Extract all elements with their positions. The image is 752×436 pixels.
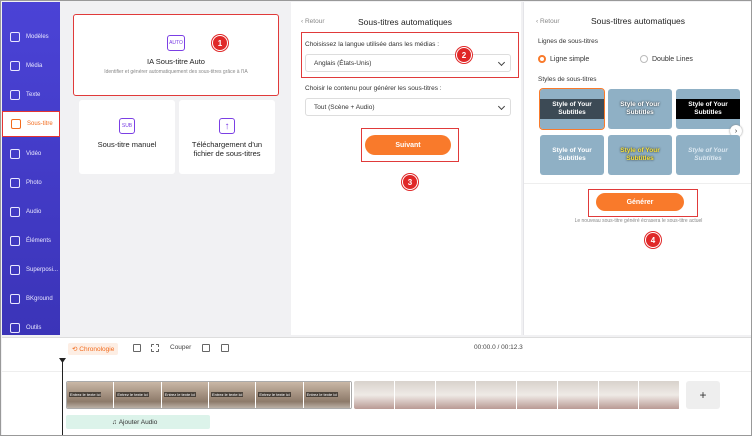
next-button[interactable]: Suivant	[365, 135, 451, 155]
ai-auto-title: IA Sous-titre Auto	[147, 57, 205, 66]
step-badge-3: 3	[402, 174, 418, 190]
radio-unselected-icon	[640, 55, 648, 63]
upload-subtitle-card[interactable]: ↑ Téléchargement d'un fichier de sous-ti…	[179, 100, 275, 174]
sidebar: Modèles Média Texte Sous-titre Vidéo Pho…	[2, 2, 60, 335]
clip-frame	[557, 381, 599, 409]
back-link[interactable]: ‹ Retour	[536, 18, 560, 25]
chevron-down-icon	[497, 102, 506, 111]
style-tile-6[interactable]: Style of Your Subtitles	[676, 135, 740, 175]
radio-selected-icon	[538, 55, 546, 63]
back-link[interactable]: ‹ Retour	[301, 18, 325, 25]
panel-title: Sous-titres automatiques	[358, 17, 453, 27]
overlay-icon	[10, 265, 20, 275]
add-audio-track[interactable]: ♫ Ajouter Audio	[66, 415, 210, 429]
subtitle-options-panel: AUTO IA Sous-titre Auto Identifier et gé…	[61, 2, 289, 335]
divider	[524, 183, 751, 184]
sidebar-item-texte[interactable]: Texte	[2, 82, 60, 108]
single-line-radio[interactable]: Ligne simple	[538, 55, 589, 63]
lines-label: Lignes de sous-titres	[538, 38, 598, 45]
video-icon	[10, 149, 20, 159]
add-clip-button[interactable]: +	[686, 381, 720, 409]
style-tile-3[interactable]: Style of Your Subtitles	[676, 89, 740, 129]
subtitle-style-panel: ‹ Retour Sous-titres automatiques Lignes…	[523, 2, 751, 335]
style-tile-1[interactable]: Style of Your Subtitles	[539, 88, 605, 130]
clip-frame: Entrez le texte ici	[161, 382, 209, 408]
delete-icon[interactable]	[221, 344, 229, 352]
elements-icon	[10, 236, 20, 246]
language-label: Choisissez la langue utilisée dans les m…	[305, 41, 440, 48]
copy-icon[interactable]	[202, 344, 210, 352]
clip-frame	[435, 381, 477, 409]
timeline-icon: ⟲	[72, 346, 80, 353]
clip-frame: Entrez le texte ici	[114, 382, 162, 408]
clip-frame	[598, 381, 640, 409]
sidebar-item-modeles[interactable]: Modèles	[2, 24, 60, 50]
sidebar-item-superposition[interactable]: Superposi...	[2, 257, 60, 283]
clip-frame	[639, 381, 680, 409]
clip-frame	[354, 381, 395, 409]
sub-icon: SUB	[119, 118, 135, 134]
subtitle-icon	[11, 119, 21, 129]
manual-subtitle-title: Sous-titre manuel	[97, 140, 157, 149]
step-badge-2: 2	[456, 47, 472, 63]
tools-icon	[10, 323, 20, 333]
clip-frame	[517, 381, 558, 409]
panel-title: Sous-titres automatiques	[591, 16, 686, 26]
add-icon[interactable]	[133, 344, 141, 352]
bracket-icon[interactable]	[151, 344, 159, 352]
playhead[interactable]	[62, 360, 63, 435]
time-ruler	[2, 358, 751, 372]
step-badge-4: 4	[645, 232, 661, 248]
content-select[interactable]: Tout (Scène + Audio)	[305, 98, 511, 116]
generate-button[interactable]: Générer	[596, 193, 684, 211]
sidebar-item-video[interactable]: Vidéo	[2, 141, 60, 167]
background-icon	[10, 294, 20, 304]
style-tile-5[interactable]: Style of Your Subtitles	[608, 135, 672, 175]
step-badge-1: 1	[212, 35, 228, 51]
content-label: Choisir le contenu pour générer les sous…	[305, 85, 442, 92]
templates-icon	[10, 32, 20, 42]
clip-frame: Entrez le texte ici	[67, 382, 115, 408]
ai-auto-icon: AUTO	[167, 35, 185, 51]
overwrite-note: Le nouveau sous-titre généré écrasera le…	[574, 218, 703, 224]
sidebar-item-media[interactable]: Média	[2, 53, 60, 79]
clip-frame	[476, 381, 517, 409]
chevron-down-icon	[497, 58, 506, 67]
text-icon	[10, 90, 20, 100]
clip-frame: Entrez le texte ici	[208, 382, 257, 408]
style-tile-4[interactable]: Style of Your Subtitles	[540, 135, 604, 175]
clip-frame: Entrez le texte ici	[303, 382, 351, 408]
music-note-icon: ♫	[112, 418, 119, 426]
timeline-area: ⟲ Chronologie Couper 00:00.0 / 00:12.3 E…	[2, 337, 751, 435]
app-window: Modèles Média Texte Sous-titre Vidéo Pho…	[0, 0, 752, 436]
auto-subtitle-settings-panel: ‹ Retour Sous-titres automatiques Choisi…	[291, 2, 521, 335]
time-display: 00:00.0 / 00:12.3	[474, 344, 523, 351]
clip-frame: Entrez le texte ici	[256, 382, 304, 408]
media-icon	[10, 61, 20, 71]
manual-subtitle-card[interactable]: SUB Sous-titre manuel	[79, 100, 175, 174]
style-tile-2[interactable]: Style of Your Subtitles	[608, 89, 672, 129]
clip-frame	[394, 381, 436, 409]
video-clip-1[interactable]: Entrez le texte ici Entrez le texte ici …	[66, 381, 352, 409]
upload-subtitle-title: Téléchargement d'un fichier de sous-titr…	[191, 140, 263, 158]
ai-auto-description: Identifier et générer automatiquement de…	[104, 69, 248, 75]
audio-icon	[10, 207, 20, 217]
sidebar-item-photo[interactable]: Photo	[2, 170, 60, 196]
sidebar-item-elements[interactable]: Éléments	[2, 228, 60, 254]
ai-auto-subtitle-card[interactable]: AUTO IA Sous-titre Auto Identifier et gé…	[73, 14, 279, 96]
chronologie-button[interactable]: ⟲ Chronologie	[68, 343, 119, 355]
sidebar-item-sous-titre[interactable]: Sous-titre	[2, 111, 60, 137]
photo-icon	[10, 178, 20, 188]
cut-button[interactable]: Couper	[170, 344, 191, 351]
video-clip-2[interactable]	[354, 381, 680, 409]
upload-icon: ↑	[219, 118, 235, 134]
styles-label: Styles de sous-titres	[538, 76, 597, 83]
sidebar-item-bkground[interactable]: BKground	[2, 286, 60, 312]
double-lines-radio[interactable]: Double Lines	[640, 55, 693, 63]
sidebar-item-audio[interactable]: Audio	[2, 199, 60, 225]
language-select[interactable]: Anglais (États-Unis)	[305, 54, 511, 72]
